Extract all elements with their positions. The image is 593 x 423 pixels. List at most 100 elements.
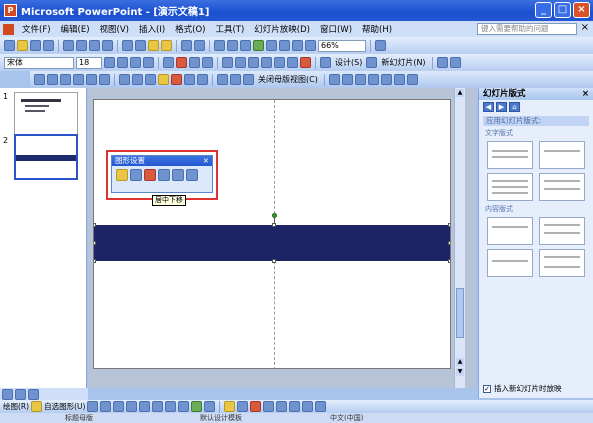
line-style-icon[interactable] xyxy=(263,401,275,412)
italic-icon[interactable] xyxy=(117,57,128,68)
resize-handle[interactable] xyxy=(94,223,96,227)
new-slide-icon[interactable] xyxy=(366,57,378,68)
distribute-icon[interactable] xyxy=(202,57,213,68)
layout-thumbnail[interactable] xyxy=(539,141,585,169)
more-options-icon[interactable] xyxy=(186,169,198,181)
selected-band-shape[interactable] xyxy=(94,225,450,261)
undo-icon[interactable] xyxy=(181,40,192,51)
resize-handle[interactable] xyxy=(94,259,96,263)
save-icon[interactable] xyxy=(30,40,41,51)
minimize-button[interactable]: _ xyxy=(535,2,552,18)
oval-icon[interactable] xyxy=(126,401,138,412)
home-icon[interactable]: ⌂ xyxy=(509,102,520,112)
cut-icon[interactable] xyxy=(122,40,133,51)
research-icon[interactable] xyxy=(102,40,113,51)
close-button[interactable]: × xyxy=(573,2,590,18)
maximize-button[interactable]: □ xyxy=(554,2,571,18)
redo-icon[interactable] xyxy=(194,40,205,51)
ungroup-icon[interactable] xyxy=(354,74,366,85)
grid-icon[interactable] xyxy=(292,40,303,51)
arrow-style-icon[interactable] xyxy=(145,74,156,85)
task-pane-close[interactable]: × xyxy=(582,88,589,100)
line-style-icon[interactable] xyxy=(119,74,130,85)
scroll-thumb[interactable] xyxy=(456,288,464,338)
layout-thumbnail[interactable] xyxy=(487,173,533,201)
document-icon[interactable] xyxy=(3,23,14,35)
menu-slideshow[interactable]: 幻灯片放映(D) xyxy=(249,23,315,35)
layout-alt-icon[interactable] xyxy=(449,57,461,68)
send-backward-icon[interactable] xyxy=(380,74,392,85)
resize-handle[interactable] xyxy=(272,223,276,227)
wordart-icon[interactable] xyxy=(197,74,208,85)
next-slide-button[interactable]: ▼ xyxy=(456,368,464,376)
picture-icon[interactable] xyxy=(204,401,216,412)
shadow-style-icon[interactable] xyxy=(302,401,314,412)
layout-thumbnail[interactable] xyxy=(487,141,533,169)
vertical-scrollbar[interactable]: ▲ ▲ ▼ xyxy=(454,88,465,388)
floating-toolbar-close[interactable]: × xyxy=(203,156,209,166)
bullets-icon[interactable] xyxy=(235,57,246,68)
new-slide-button[interactable]: 新幻灯片(N) xyxy=(379,57,427,68)
rotation-handle[interactable] xyxy=(272,213,277,218)
font-size-select[interactable]: 18 xyxy=(76,56,102,69)
layout-icon[interactable] xyxy=(436,57,448,68)
group-icon[interactable] xyxy=(341,74,353,85)
color-grayscale-icon[interactable] xyxy=(305,40,316,51)
insert-slide-master-icon[interactable] xyxy=(34,74,45,85)
shape-icon[interactable] xyxy=(130,169,142,181)
select-objects-icon[interactable] xyxy=(31,401,43,412)
layout-thumbnail[interactable] xyxy=(487,217,533,245)
close-master-view-button[interactable]: 关闭母版视图(C) xyxy=(256,74,320,85)
align-icon[interactable] xyxy=(393,74,405,85)
ruler-icon[interactable] xyxy=(243,74,254,85)
paste-icon[interactable] xyxy=(148,40,159,51)
layout-thumbnail[interactable] xyxy=(539,173,585,201)
move-down-icon[interactable] xyxy=(144,169,156,181)
table-icon[interactable] xyxy=(227,40,238,51)
bring-forward-icon[interactable] xyxy=(367,74,379,85)
layout-thumbnail[interactable] xyxy=(539,249,585,277)
align-left-icon[interactable] xyxy=(163,57,174,68)
expand-all-icon[interactable] xyxy=(266,40,277,51)
slide-canvas[interactable] xyxy=(93,99,451,369)
resize-handle[interactable] xyxy=(448,223,450,227)
open-icon[interactable] xyxy=(17,40,28,51)
arrow-style-icon[interactable] xyxy=(289,401,301,412)
new-icon[interactable] xyxy=(4,40,15,51)
copy-icon[interactable] xyxy=(135,40,146,51)
layout-thumbnail[interactable] xyxy=(539,217,585,245)
tables-borders-icon[interactable] xyxy=(240,40,251,51)
fill-color-icon[interactable] xyxy=(158,74,169,85)
menu-file[interactable]: 文件(F) xyxy=(17,23,56,35)
print-icon[interactable] xyxy=(63,40,74,51)
bold-icon[interactable] xyxy=(104,57,115,68)
delete-master-icon[interactable] xyxy=(60,74,71,85)
increase-font-icon[interactable] xyxy=(248,57,259,68)
slide-thumbnail-2[interactable] xyxy=(14,134,78,180)
menu-edit[interactable]: 编辑(E) xyxy=(56,23,95,35)
font-icon[interactable] xyxy=(184,74,195,85)
arrow-icon[interactable] xyxy=(100,401,112,412)
format-painter-icon[interactable] xyxy=(161,40,172,51)
permission-icon[interactable] xyxy=(43,40,54,51)
slideshow-icon[interactable] xyxy=(28,388,39,400)
decrease-font-icon[interactable] xyxy=(261,57,272,68)
diagram-icon[interactable] xyxy=(178,401,190,412)
document-close-button[interactable]: × xyxy=(581,22,589,33)
back-icon[interactable]: ◀ xyxy=(483,102,494,112)
menu-format[interactable]: 格式(O) xyxy=(170,23,210,35)
dash-style-icon[interactable] xyxy=(276,401,288,412)
resize-handle[interactable] xyxy=(448,241,450,245)
preserve-master-icon[interactable] xyxy=(73,74,84,85)
master-layout-icon[interactable] xyxy=(99,74,110,85)
zoom-select[interactable]: 66% xyxy=(318,39,366,52)
normal-view-icon[interactable] xyxy=(2,388,13,400)
show-when-inserting-option[interactable]: ✓ 插入新幻灯片时放映 xyxy=(483,383,562,394)
rectangle-icon[interactable] xyxy=(113,401,125,412)
align-shape-icon[interactable] xyxy=(158,169,170,181)
arrange-icon[interactable] xyxy=(328,74,340,85)
previous-slide-button[interactable]: ▲ xyxy=(456,358,464,366)
rotate-icon[interactable] xyxy=(406,74,418,85)
rename-master-icon[interactable] xyxy=(86,74,97,85)
help-search-input[interactable]: 键入需要帮助的问题 xyxy=(477,23,577,35)
